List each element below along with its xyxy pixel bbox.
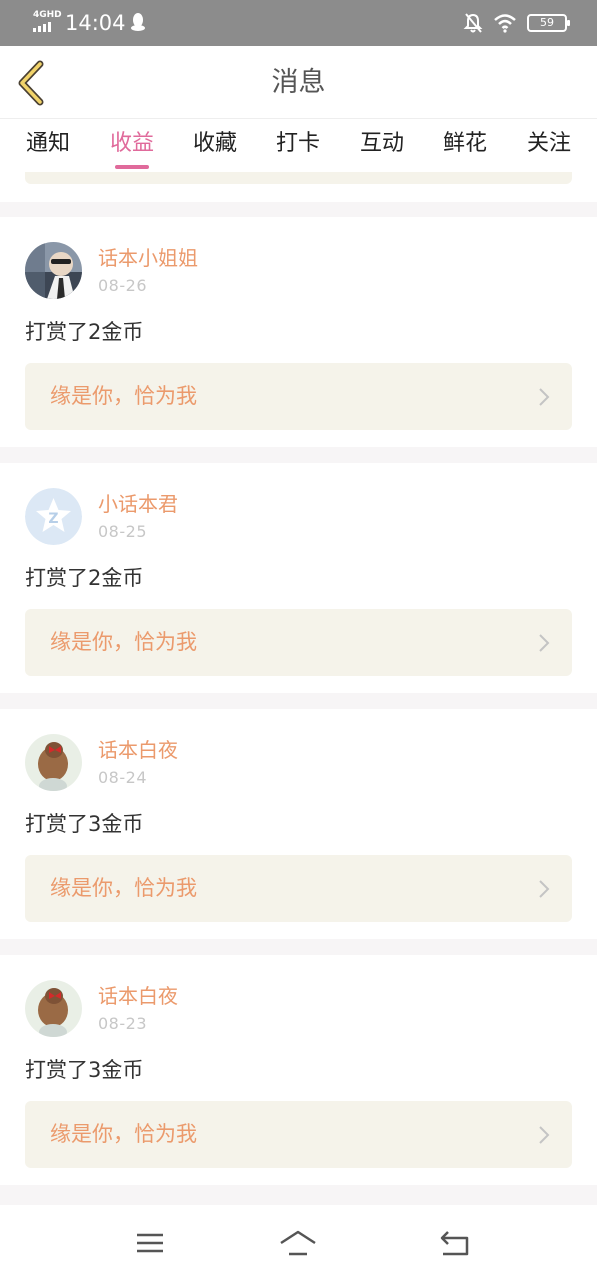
battery-level: 59	[540, 16, 554, 29]
chevron-right-icon	[539, 880, 550, 898]
tab-favorites[interactable]: 收藏	[193, 129, 237, 159]
work-link[interactable]: 缘是你，恰为我	[25, 609, 572, 676]
tab-bar: 通知 收益 收藏 打卡 互动 鲜花 关注	[0, 118, 597, 172]
avatar[interactable]	[25, 242, 82, 299]
chevron-right-icon	[539, 388, 550, 406]
username[interactable]: 话本白夜	[98, 982, 178, 1010]
username[interactable]: 小话本君	[98, 490, 178, 518]
chevron-right-icon	[539, 634, 550, 652]
back-icon[interactable]	[435, 1227, 475, 1259]
work-link[interactable]: 缘是你，恰为我	[25, 363, 572, 430]
avatar[interactable]: Z	[25, 488, 82, 545]
status-time: 14:04	[65, 11, 126, 35]
work-link[interactable]: 缘是你，恰为我	[25, 1101, 572, 1168]
message-action: 打赏了3金币	[25, 1058, 144, 1082]
status-bar: 4GHD 14:04 59	[0, 0, 597, 46]
page-title: 消息	[271, 67, 326, 98]
work-title: 缘是你，恰为我	[50, 1122, 197, 1146]
active-tab-indicator	[115, 165, 149, 169]
work-title: 缘是你，恰为我	[50, 630, 197, 654]
tab-earnings[interactable]: 收益	[110, 129, 154, 159]
wifi-icon	[494, 14, 516, 33]
work-title: 缘是你，恰为我	[50, 384, 197, 408]
previous-card-tail	[0, 172, 597, 202]
message-card: 话本白夜 08-24 打赏了3金币 缘是你，恰为我	[0, 709, 597, 939]
chevron-right-icon	[539, 1126, 550, 1144]
battery-icon: 59	[527, 14, 570, 32]
work-link-tail[interactable]	[25, 172, 572, 184]
home-icon[interactable]	[278, 1227, 318, 1259]
system-nav-bar	[0, 1205, 597, 1280]
tab-interactions[interactable]: 互动	[360, 129, 404, 159]
message-card: 话本白夜 08-23 打赏了3金币 缘是你，恰为我	[0, 955, 597, 1185]
message-date: 08-26	[98, 276, 147, 295]
signal-icon: 4GHD	[33, 10, 62, 34]
message-card: Z 小话本君 08-25 打赏了2金币 缘是你，恰为我	[0, 463, 597, 693]
username[interactable]: 话本小姐姐	[98, 244, 198, 272]
message-action: 打赏了2金币	[25, 320, 144, 344]
work-link[interactable]: 缘是你，恰为我	[25, 855, 572, 922]
svg-text:Z: Z	[48, 511, 58, 527]
nav-bar: 消息	[0, 46, 597, 118]
network-type: 4GHD	[33, 10, 62, 20]
username[interactable]: 话本白夜	[98, 736, 178, 764]
tab-checkin[interactable]: 打卡	[276, 129, 320, 159]
message-date: 08-24	[98, 768, 147, 787]
message-date: 08-23	[98, 1014, 147, 1033]
tab-flowers[interactable]: 鲜花	[443, 129, 487, 159]
tab-notifications[interactable]: 通知	[26, 129, 70, 159]
message-action: 打赏了2金币	[25, 566, 144, 590]
work-title: 缘是你，恰为我	[50, 876, 197, 900]
message-card: 话本小姐姐 08-26 打赏了2金币 缘是你，恰为我	[0, 217, 597, 447]
message-date: 08-25	[98, 522, 147, 541]
mute-bell-icon	[463, 13, 483, 33]
tab-follows[interactable]: 关注	[527, 129, 571, 159]
menu-icon[interactable]	[130, 1227, 170, 1259]
avatar[interactable]	[25, 734, 82, 791]
avatar[interactable]	[25, 980, 82, 1037]
message-action: 打赏了3金币	[25, 812, 144, 836]
qq-penguin-icon	[131, 13, 145, 31]
